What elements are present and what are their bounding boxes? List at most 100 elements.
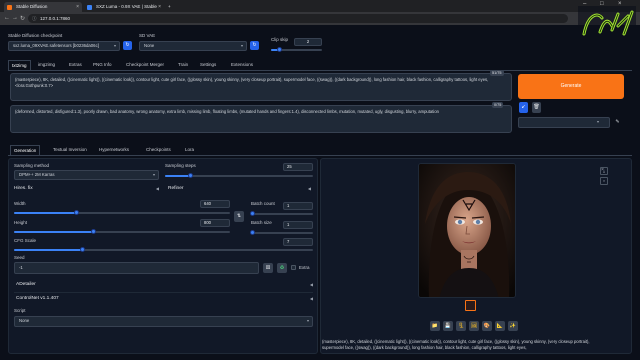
width-input[interactable]: 640	[200, 200, 230, 208]
tab-hypernetworks[interactable]: Hypernetworks	[96, 145, 132, 155]
save-icon[interactable]: 💾	[443, 321, 453, 331]
script-dropdown[interactable]: None ▾	[14, 316, 313, 327]
address-bar[interactable]: ⓘ 127.0.0.1:7860	[28, 14, 568, 23]
reload-icon[interactable]: ↻	[20, 15, 25, 22]
reuse-seed-recycle-icon[interactable]: ♻	[277, 263, 287, 273]
seed-input[interactable]: -1	[14, 262, 259, 274]
browser-toolbar: ← → ↻ ⓘ 127.0.0.1:7860	[0, 12, 640, 25]
download-icon[interactable]: ⤓	[600, 167, 608, 175]
tab-textual-inversion[interactable]: Textual Inversion	[50, 145, 90, 155]
vae-label: SD VAE	[139, 33, 156, 38]
batch-size-input[interactable]: 1	[283, 221, 313, 229]
tab-checkpoint-merger[interactable]: Checkpoint Merger	[123, 60, 167, 70]
trash-icon[interactable]: 🗑	[532, 102, 541, 113]
tab-train[interactable]: Train	[175, 60, 191, 70]
open-folder-icon[interactable]: 📁	[430, 321, 440, 331]
seed-label: Seed	[14, 255, 25, 260]
send-to-extras-icon[interactable]: 📐	[495, 321, 505, 331]
collapse-triangle-icon: ◀	[309, 296, 313, 301]
collapse-triangle-icon: ◀	[155, 186, 159, 191]
negative-prompt-text: (deformed, distorted, disfigured:1.3), p…	[15, 109, 439, 114]
hires-fix-accordion[interactable]: Hires. fix ◀	[14, 184, 159, 194]
forward-icon[interactable]: →	[12, 15, 18, 21]
tab-favicon-icon	[7, 4, 12, 10]
swap-dimensions-icon[interactable]: ⇅	[234, 211, 244, 222]
send-to-img2img-icon[interactable]: 🖼	[469, 321, 479, 331]
close-preview-icon[interactable]: ×	[600, 177, 608, 185]
width-slider-fill	[14, 212, 77, 214]
clip-skip-slider-handle[interactable]	[277, 47, 283, 52]
tab-txt2img[interactable]: txt2img	[8, 60, 31, 70]
checkpoint-dropdown[interactable]: sxz.luma_09XVAE.safetensors [b0236da06c]…	[8, 41, 120, 51]
browser-tab-civitai[interactable]: SXZ Luma - 0.9X VAE | Stable ×	[84, 2, 164, 12]
tab-settings[interactable]: Settings	[197, 60, 219, 70]
adetailer-label: ADetailer	[16, 282, 36, 287]
cfg-scale-input[interactable]: 7	[283, 238, 313, 246]
subtabs-divider	[8, 155, 632, 156]
styles-dropdown[interactable]: ▾	[518, 117, 610, 128]
tab-favicon-icon	[87, 4, 92, 10]
adetailer-accordion[interactable]: ADetailer ◀	[16, 280, 313, 290]
tab-extensions[interactable]: Extensions	[228, 60, 256, 70]
browser-tab-stable-diffusion[interactable]: Stable Diffusion ×	[4, 2, 82, 12]
batch-count-input[interactable]: 1	[283, 202, 313, 210]
tab-lora[interactable]: Lora	[182, 145, 197, 155]
generation-info-text: (masterpiece), 8K, detailed, ((cinematic…	[322, 339, 590, 350]
positive-prompt-input[interactable]: (masterpiece), 8K, detailed, ((cinematic…	[10, 73, 512, 101]
zip-icon[interactable]: 🗜	[456, 321, 466, 331]
refresh-vae-button[interactable]: ↻	[250, 41, 259, 50]
height-input[interactable]: 800	[200, 219, 230, 227]
negative-prompt-input[interactable]: (deformed, distorted, disfigured:1.3), p…	[10, 105, 512, 133]
height-slider[interactable]	[14, 229, 230, 234]
sampling-steps-label: Sampling steps	[165, 163, 196, 168]
extra-seed-checkbox[interactable]	[291, 265, 296, 270]
seed-value: -1	[19, 265, 23, 270]
negative-token-counter: 0/75	[492, 102, 504, 108]
sampling-steps-slider[interactable]	[165, 173, 313, 178]
batch-size-slider[interactable]	[250, 230, 313, 235]
site-info-icon[interactable]: ⓘ	[32, 14, 37, 23]
controlnet-label: ControlNet v1.1.407	[16, 296, 59, 301]
vae-dropdown[interactable]: None ▾	[139, 41, 247, 51]
clip-skip-label: Clip skip	[271, 37, 289, 42]
paste-icon[interactable]: ↙	[519, 102, 528, 113]
batch-count-slider-handle[interactable]	[250, 211, 255, 216]
random-seed-dice-icon[interactable]: ⚄	[263, 263, 273, 273]
cfg-scale-label: CFG Scale	[14, 238, 37, 243]
browser-tab-title: Stable Diffusion	[16, 4, 48, 9]
sampling-method-value: DPM++ 2M Karras	[19, 172, 55, 177]
refiner-accordion[interactable]: Refiner ◀	[168, 184, 311, 194]
tab-img2img[interactable]: img2img	[35, 60, 58, 70]
batch-size-slider-handle[interactable]	[250, 230, 255, 235]
tabs-divider	[8, 70, 632, 71]
chevron-down-icon: ▾	[306, 318, 309, 323]
tab-checkpoints[interactable]: Checkpoints	[143, 145, 174, 155]
batch-count-slider[interactable]	[250, 211, 313, 216]
new-tab-button[interactable]: +	[166, 2, 176, 12]
tab-extras[interactable]: Extras	[66, 60, 85, 70]
cfg-scale-slider[interactable]	[14, 247, 313, 252]
section-divider	[14, 292, 313, 293]
generate-button[interactable]: Generate	[518, 74, 624, 99]
send-to-inpaint-icon[interactable]: 🎨	[482, 321, 492, 331]
tab-generation[interactable]: Generation	[10, 145, 41, 155]
edit-styles-icon[interactable]: ✎	[613, 118, 622, 127]
controlnet-accordion[interactable]: ControlNet v1.1.407 ◀	[16, 294, 313, 304]
upscale-icon[interactable]: ✨	[508, 321, 518, 331]
clip-skip-input[interactable]: 2	[294, 38, 322, 46]
clip-skip-slider[interactable]	[271, 47, 322, 52]
sampling-steps-slider-handle[interactable]	[187, 173, 193, 178]
sampling-steps-input[interactable]: 25	[283, 163, 313, 171]
close-tab-icon[interactable]: ×	[158, 2, 161, 12]
sampling-method-dropdown[interactable]: DPM++ 2M Karras ▾	[14, 170, 159, 180]
generated-image[interactable]	[418, 163, 516, 298]
image-thumbnail[interactable]	[465, 300, 476, 311]
portrait-image	[419, 164, 515, 297]
checkpoint-value: sxz.luma_09XVAE.safetensors [b0236da06c]	[13, 43, 99, 48]
close-tab-icon[interactable]: ×	[76, 2, 79, 12]
back-icon[interactable]: ←	[4, 15, 10, 21]
width-slider[interactable]	[14, 210, 230, 215]
refresh-checkpoint-button[interactable]: ↻	[123, 41, 132, 50]
tab-png-info[interactable]: PNG Info	[90, 60, 115, 70]
collapse-triangle-icon: ◀	[307, 186, 311, 191]
